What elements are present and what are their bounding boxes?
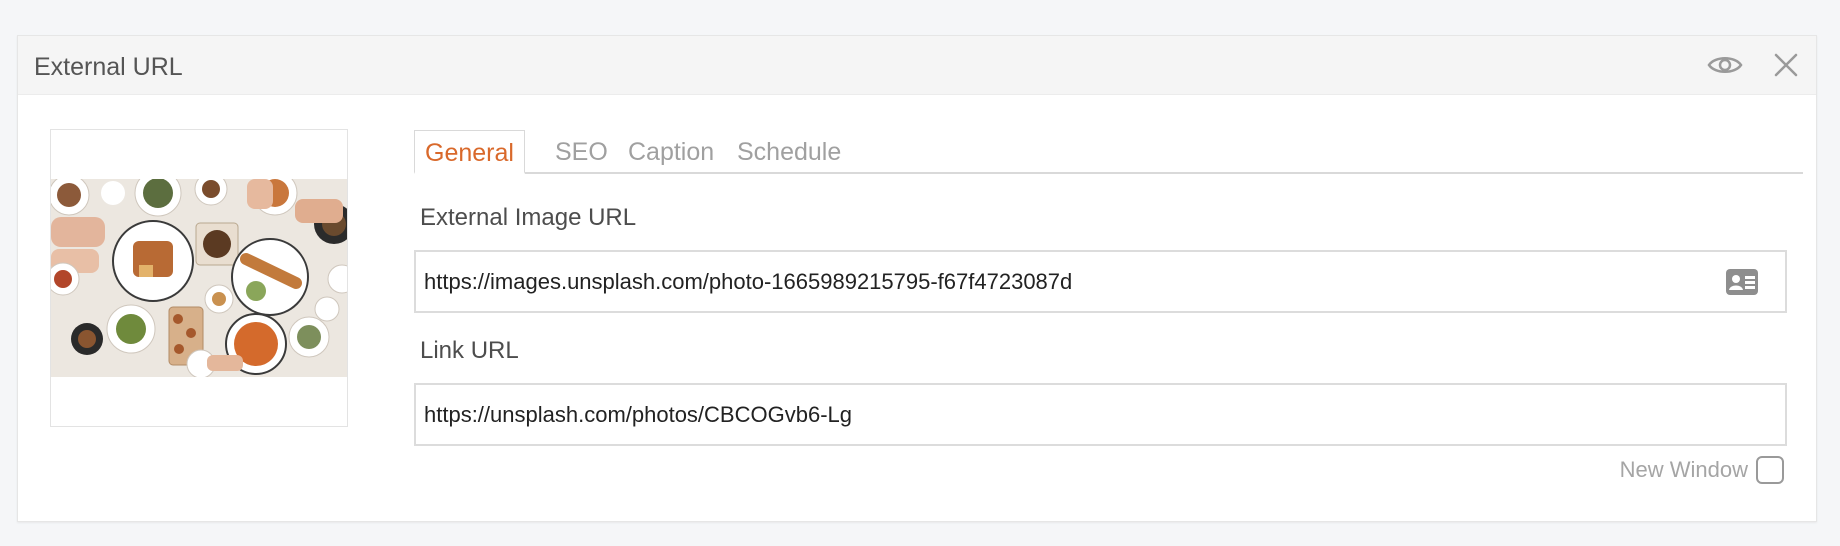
tab-bar: General SEO Caption Schedule xyxy=(414,130,1803,174)
tab-caption[interactable]: Caption xyxy=(618,130,724,172)
external-image-url-input[interactable] xyxy=(424,252,1674,311)
panel-title: External URL xyxy=(34,53,183,81)
new-window-option[interactable]: New Window xyxy=(1620,454,1784,486)
new-window-checkbox[interactable] xyxy=(1756,456,1784,484)
external-image-url-field xyxy=(414,250,1787,313)
link-url-input[interactable] xyxy=(424,385,1674,444)
tab-general[interactable]: General xyxy=(414,130,525,174)
external-url-panel: External URL General SEO Caption Schedul… xyxy=(17,35,1817,522)
link-url-field xyxy=(414,383,1787,446)
food-table-image xyxy=(51,179,347,377)
image-thumbnail[interactable] xyxy=(50,129,348,427)
link-url-label: Link URL xyxy=(420,337,519,364)
tab-seo[interactable]: SEO xyxy=(545,130,618,172)
new-window-label: New Window xyxy=(1619,457,1748,482)
eye-icon[interactable] xyxy=(1707,49,1743,81)
tab-schedule[interactable]: Schedule xyxy=(727,130,851,172)
id-card-icon[interactable] xyxy=(1725,268,1759,301)
close-icon[interactable] xyxy=(1768,49,1804,81)
external-image-url-label: External Image URL xyxy=(420,204,637,231)
panel-header: External URL xyxy=(18,36,1816,95)
